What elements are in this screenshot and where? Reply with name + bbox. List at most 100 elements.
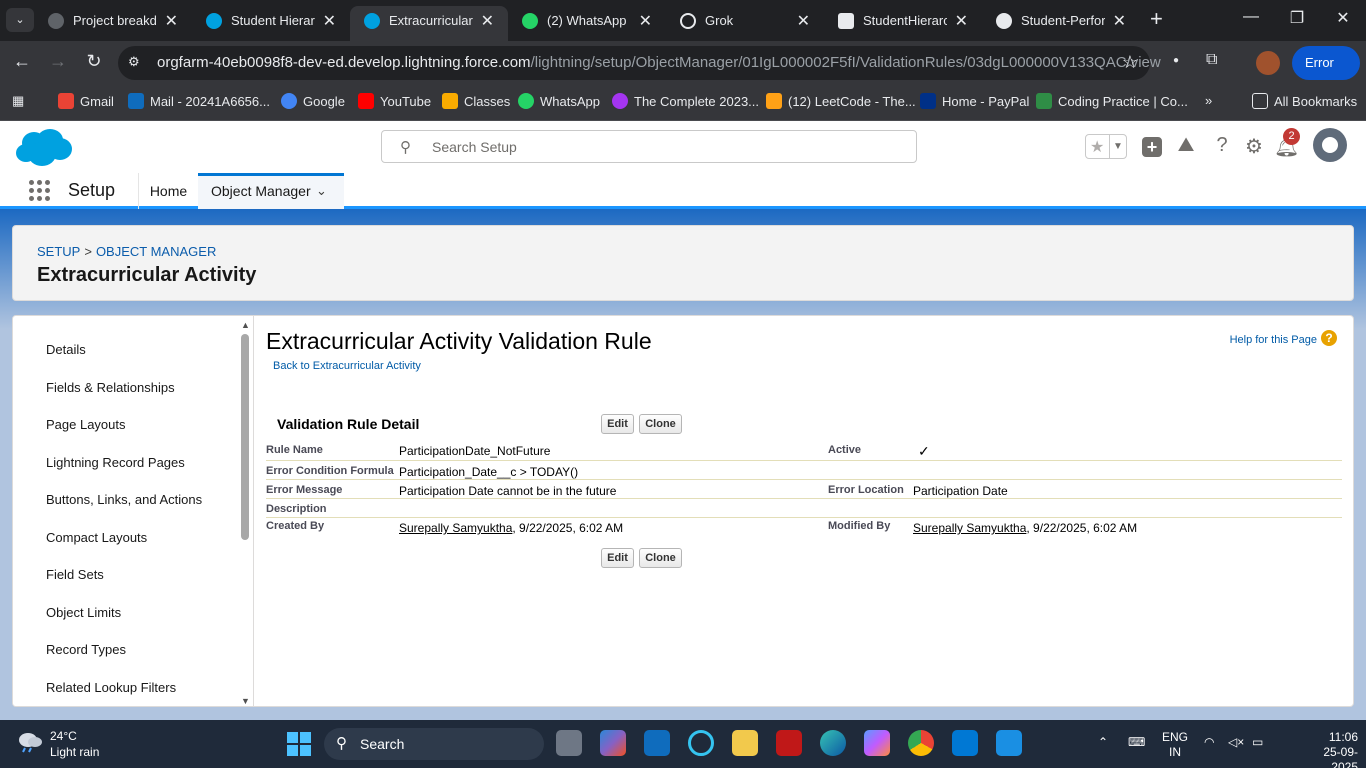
forward-button[interactable]: → [46,51,70,72]
breadcrumb-setup[interactable]: SETUP [37,244,80,259]
new-tab-button[interactable]: + [1150,6,1163,32]
nav-item-object-manager[interactable]: Object Manager ⌄ [198,173,344,209]
scroll-down-arrow-icon[interactable]: ▼ [241,696,250,706]
clone-button[interactable]: Clone [639,414,682,434]
apps-grid-icon[interactable]: ▦ [12,93,24,109]
tab-search-button[interactable]: ⌄ [6,8,34,32]
extension-dot-icon[interactable]: ● [1173,55,1179,66]
bookmark-item[interactable]: WhatsApp [518,93,600,109]
bookmark-star-icon[interactable]: ☆ [1122,52,1138,73]
language-indicator[interactable]: ENG IN [1162,730,1188,760]
site-info-icon[interactable]: ⚙ [128,54,146,72]
bookmark-item[interactable]: (12) LeetCode - The... [766,93,916,109]
sidebar-item-fields-relationships[interactable]: Fields & Relationships [46,380,175,395]
chrome-icon[interactable] [908,730,934,756]
bookmark-item[interactable]: Gmail [58,93,114,109]
back-link[interactable]: Back to Extracurricular Activity [273,360,421,372]
m365-icon[interactable] [864,730,890,756]
edit-button[interactable]: Edit [601,414,634,434]
scroll-up-arrow-icon[interactable]: ▲ [241,320,250,330]
back-button[interactable]: ← [10,51,34,72]
extensions-puzzle-icon[interactable]: ⧉ [1206,51,1217,69]
close-tab-icon[interactable]: ✕ [481,11,494,31]
bookmark-item[interactable]: YouTube [358,93,431,109]
sidebar-item-record-types[interactable]: Record Types [46,642,126,657]
sidebar-item-compact-layouts[interactable]: Compact Layouts [46,530,147,545]
sidebar-item-related-lookup-filters[interactable]: Related Lookup Filters [46,680,176,695]
weather-rain-icon[interactable] [16,729,44,753]
url-text[interactable]: orgfarm-40eb0098f8-dev-ed.develop.lightn… [157,54,1161,71]
weather-description[interactable]: Light rain [50,745,99,759]
help-question-icon[interactable]: ? [1210,134,1234,157]
favorite-star-icon[interactable]: ★ [1090,137,1104,157]
chevron-down-icon[interactable]: ⌄ [316,176,327,206]
outlook-icon[interactable] [644,730,670,756]
sidebar-scrollbar[interactable]: ▲ ▼ [239,320,253,706]
favorites-dropdown-icon[interactable]: ▼ [1109,135,1126,158]
breadcrumb-object-manager[interactable]: OBJECT MANAGER [96,244,216,259]
bookmark-item[interactable]: The Complete 2023... [612,93,759,109]
close-tab-icon[interactable]: ✕ [955,11,968,31]
edge-icon[interactable] [820,730,846,756]
scrollbar-thumb[interactable] [241,334,249,540]
error-button[interactable]: Error [1292,46,1360,80]
windows-start-icon[interactable] [287,732,311,756]
reload-button[interactable]: ↻ [82,51,106,72]
file-explorer-icon[interactable] [732,730,758,756]
wifi-icon[interactable]: ◠ [1204,735,1214,749]
browser-tab[interactable]: StudentHierarch ✕ [824,6,982,41]
show-hidden-icons-chevron-icon[interactable]: ⌃ [1098,735,1108,749]
user-avatar[interactable] [1313,128,1347,162]
favorites-group[interactable]: ★ ▼ [1085,134,1127,159]
browser-tab[interactable]: Project breakdov ✕ [34,6,192,41]
sidebar-item-page-layouts[interactable]: Page Layouts [46,417,126,432]
bookmark-item[interactable]: Home - PayPal [920,93,1029,109]
bookmark-item[interactable]: Coding Practice | Co... [1036,93,1188,109]
app-launcher-icon[interactable] [29,180,51,202]
close-tab-icon[interactable]: ✕ [165,11,178,31]
browser-tab[interactable]: Student Hierarch ✕ [192,6,350,41]
sidebar-item-lightning-record-pages[interactable]: Lightning Record Pages [46,455,185,470]
created-by-user-link[interactable]: Surepally Samyuktha [399,521,512,535]
browser-tab[interactable]: Grok ✕ [666,6,824,41]
sidebar-item-object-limits[interactable]: Object Limits [46,605,121,620]
help-link[interactable]: Help for this Page [1230,334,1317,346]
task-view-icon[interactable] [556,730,582,756]
sidebar-item-details[interactable]: Details [46,342,86,357]
help-question-icon[interactable]: ? [1321,330,1337,346]
sidebar-item-buttons-links-actions[interactable]: Buttons, Links, and Actions [46,492,202,507]
profile-avatar[interactable] [1256,51,1280,75]
trailhead-icon[interactable]: ⛰ [1174,134,1198,157]
sidebar-item-field-sets[interactable]: Field Sets [46,567,104,582]
minimize-button[interactable]: — [1228,8,1274,26]
taskbar-search[interactable]: ⚲ Search [324,728,544,760]
bookmark-item[interactable]: Classes [442,93,510,109]
weather-temperature[interactable]: 24°C [50,729,77,743]
copilot-icon[interactable] [600,730,626,756]
salesforce-logo-icon[interactable] [14,127,74,167]
photos-icon[interactable] [996,730,1022,756]
bookmark-item[interactable]: Mail - 20241A6656... [128,93,270,109]
system-clock[interactable]: 11:06 25-09-2025 [1310,730,1358,768]
setup-gear-icon[interactable]: ⚙ [1242,134,1266,159]
edit-button[interactable]: Edit [601,548,634,568]
close-tab-icon[interactable]: ✕ [323,11,336,31]
more-bookmarks-chevron-icon[interactable]: » [1205,93,1212,108]
restore-button[interactable]: ❐ [1274,8,1320,28]
browser-tab-active[interactable]: Extracurricular A ✕ [350,6,508,41]
vscode-icon[interactable] [952,730,978,756]
setup-search-input[interactable] [432,137,902,157]
browser-tab[interactable]: Student-Perform ✕ [982,6,1140,41]
all-bookmarks-button[interactable]: All Bookmarks [1252,93,1357,109]
modified-by-user-link[interactable]: Surepally Samyuktha [913,521,1026,535]
keyboard-icon[interactable]: ⌨ [1128,735,1145,749]
cortana-icon[interactable] [688,730,714,756]
clone-button[interactable]: Clone [639,548,682,568]
close-window-button[interactable]: ✕ [1320,8,1366,28]
global-actions-plus-icon[interactable]: + [1142,137,1162,157]
browser-tab[interactable]: (2) WhatsApp ✕ [508,6,666,41]
close-tab-icon[interactable]: ✕ [639,11,652,31]
setup-search-box[interactable]: ⚲ [381,130,917,163]
battery-icon[interactable]: ▭ [1252,735,1263,749]
close-tab-icon[interactable]: ✕ [797,11,810,31]
